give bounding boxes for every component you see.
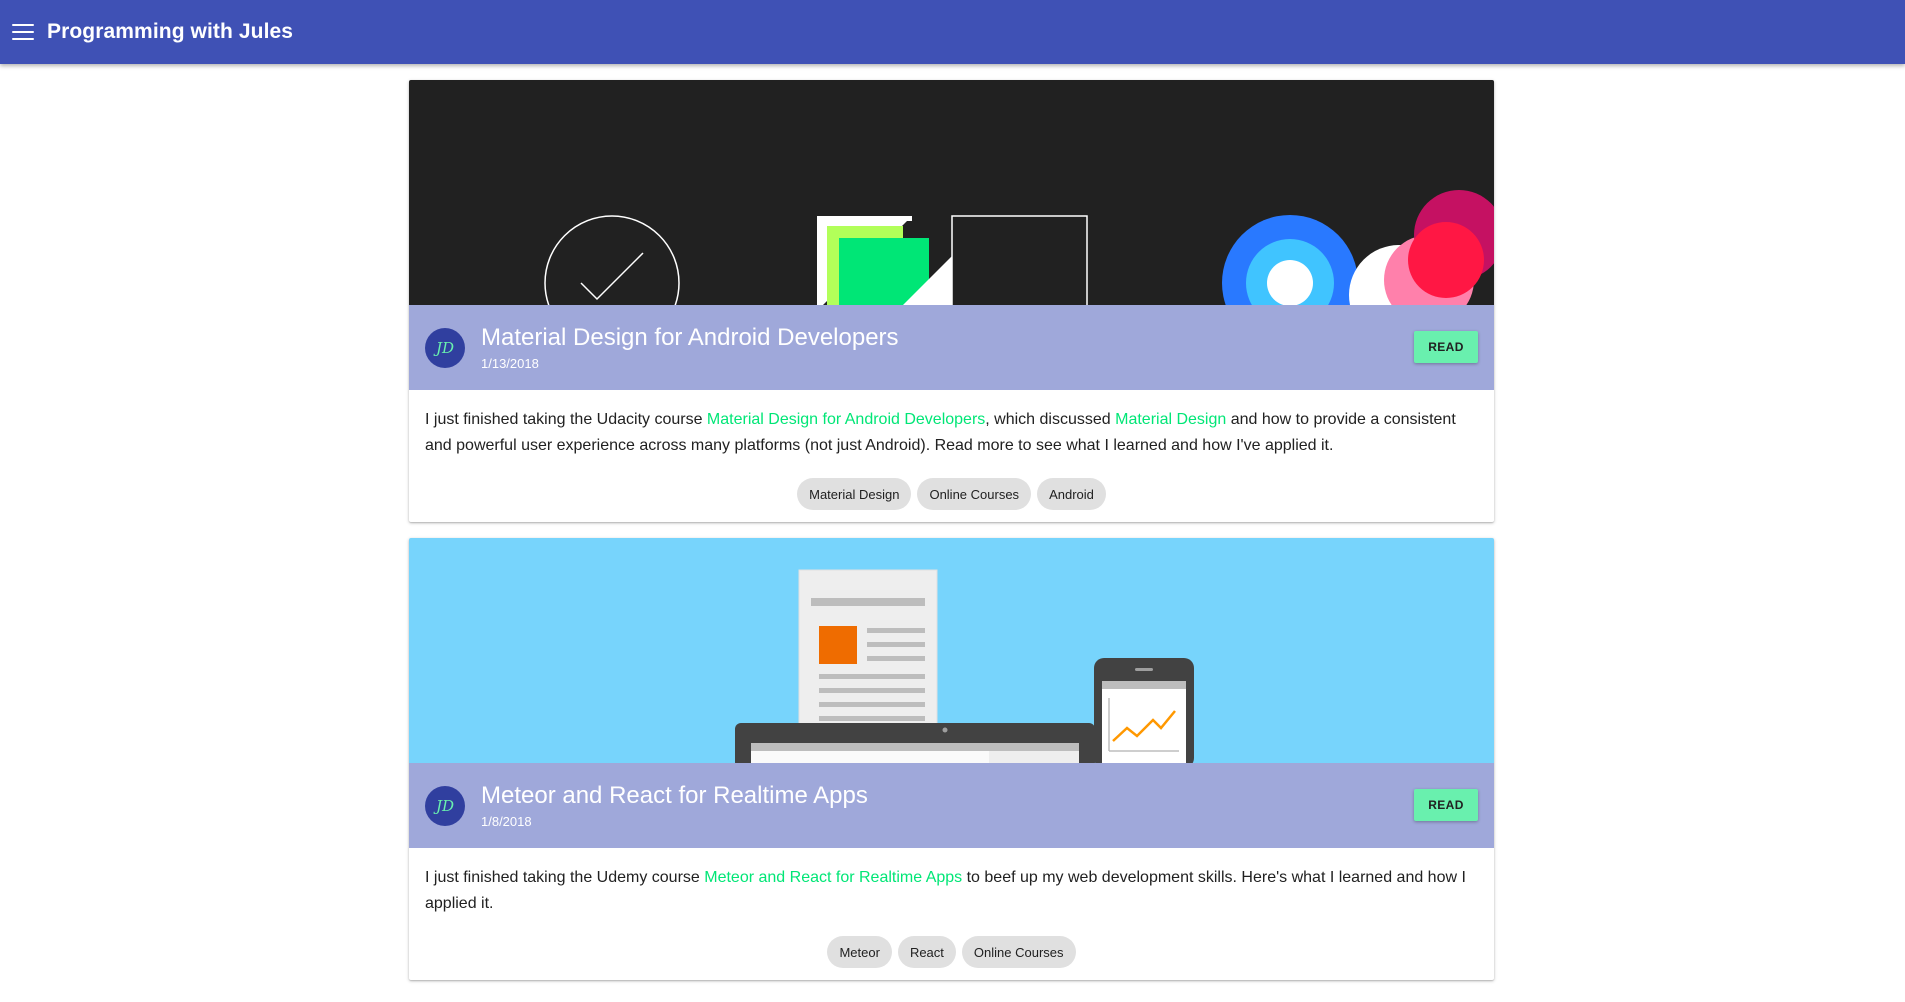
app-bar: Programming with Jules	[0, 0, 1905, 64]
menu-icon[interactable]	[12, 24, 34, 40]
post-hero-image	[409, 80, 1494, 305]
read-button[interactable]: READ	[1414, 331, 1478, 363]
post-card: JD Meteor and React for Realtime Apps 1/…	[409, 538, 1494, 980]
tag-chip[interactable]: Online Courses	[961, 936, 1076, 968]
tag-list: Material Design Online Courses Android	[409, 459, 1494, 522]
tag-list: Meteor React Online Courses	[409, 917, 1494, 980]
post-title: Material Design for Android Developers	[481, 324, 899, 351]
material-design-link[interactable]: Material Design	[1115, 411, 1226, 428]
material-design-illustration	[409, 80, 1494, 305]
post-header: JD Meteor and React for Realtime Apps 1/…	[409, 763, 1494, 848]
post-card: JD Material Design for Android Developer…	[409, 80, 1494, 522]
tag-chip[interactable]: Android	[1037, 478, 1106, 510]
post-header: JD Material Design for Android Developer…	[409, 305, 1494, 390]
tag-chip[interactable]: React	[897, 936, 956, 968]
tag-chip[interactable]: Online Courses	[917, 478, 1032, 510]
post-title: Meteor and React for Realtime Apps	[481, 782, 868, 809]
author-avatar: JD	[425, 327, 465, 368]
tag-chip[interactable]: Meteor	[827, 936, 892, 968]
course-link[interactable]: Meteor and React for Realtime Apps	[704, 869, 962, 886]
course-link[interactable]: Material Design for Android Developers	[707, 411, 985, 428]
web-app-illustration	[409, 538, 1494, 763]
read-button[interactable]: READ	[1414, 789, 1478, 821]
summary-text: I just finished taking the Udacity cours…	[425, 411, 707, 428]
post-date: 1/8/2018	[481, 814, 532, 829]
summary-text: I just finished taking the Udemy course	[425, 869, 705, 886]
summary-text: , which discussed	[985, 411, 1116, 428]
author-avatar: JD	[425, 785, 465, 826]
post-date: 1/13/2018	[481, 356, 539, 371]
app-title: Programming with Jules	[47, 20, 294, 43]
post-summary: I just finished taking the Udacity cours…	[409, 390, 1494, 459]
post-summary: I just finished taking the Udemy course …	[409, 848, 1494, 917]
tag-chip[interactable]: Material Design	[797, 478, 912, 510]
post-feed: JD Material Design for Android Developer…	[409, 80, 1494, 996]
post-hero-image	[409, 538, 1494, 763]
